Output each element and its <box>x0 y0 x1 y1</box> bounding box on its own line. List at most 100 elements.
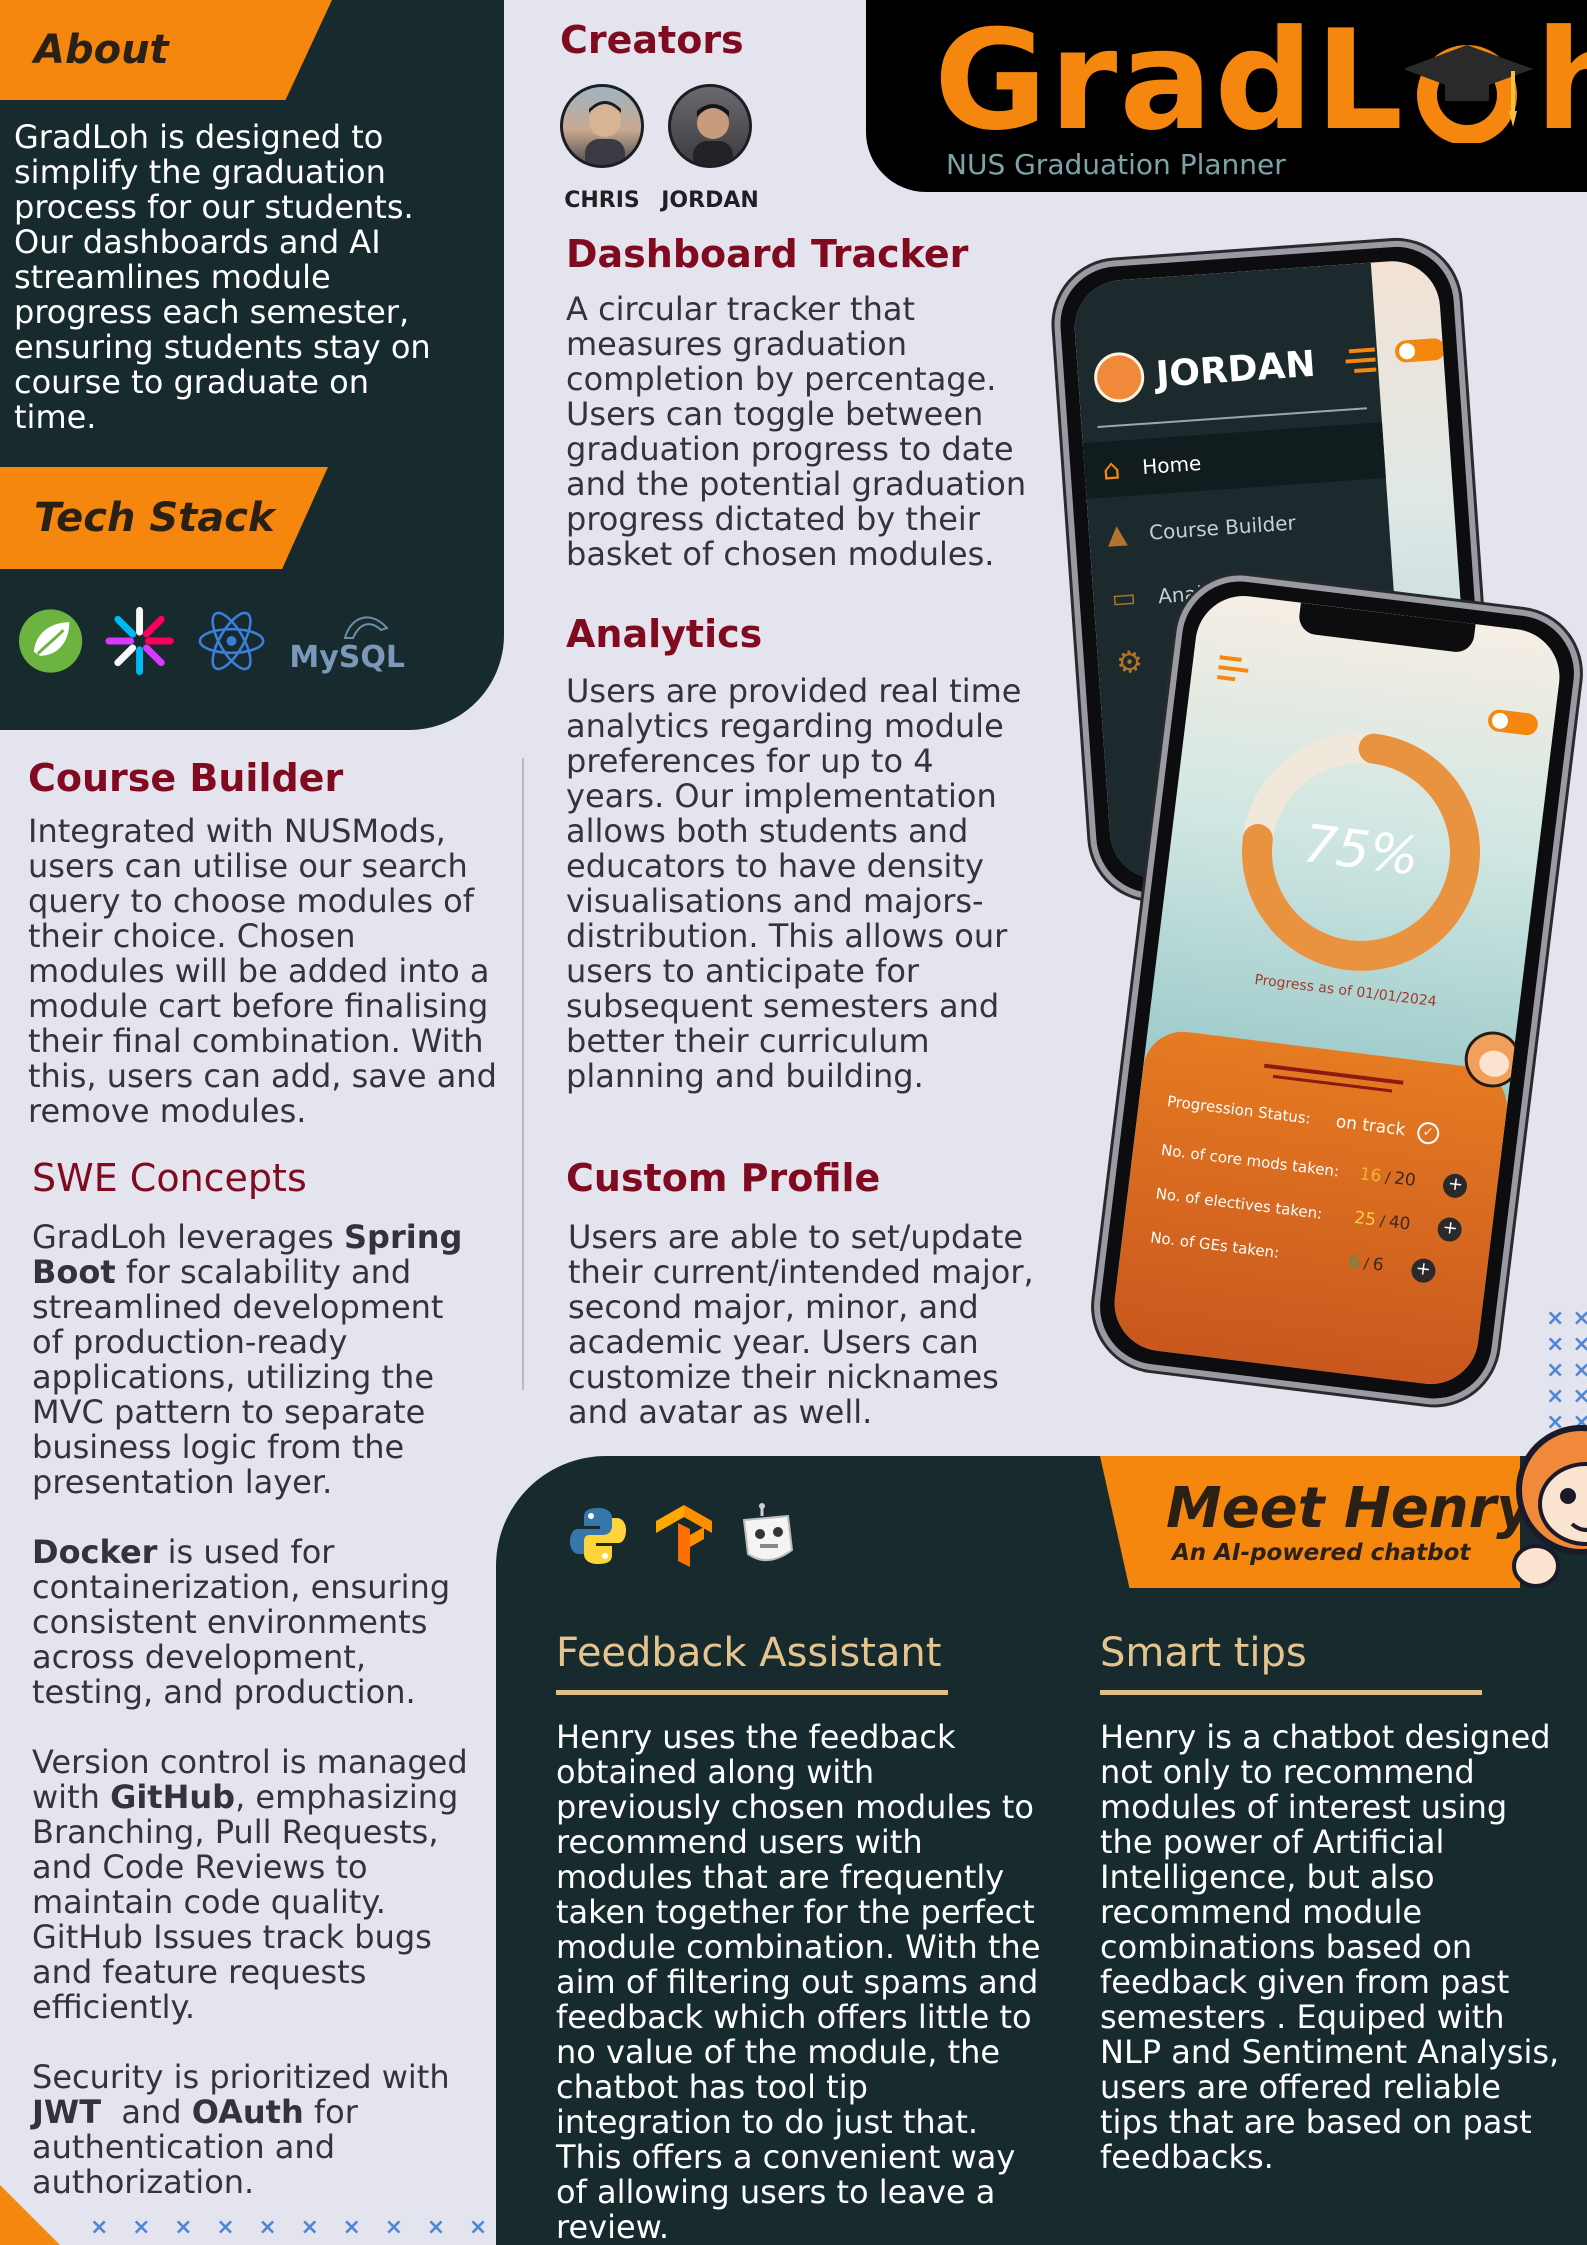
stat-slash: / <box>1378 1212 1386 1231</box>
react-icon <box>198 611 265 671</box>
creator-name-chris: CHRIS <box>564 188 640 213</box>
creator-jordan <box>668 84 752 168</box>
add-icon[interactable]: + <box>1441 1172 1469 1200</box>
swe-text: and <box>101 2093 192 2131</box>
stat-taken: 6 <box>1347 1251 1361 1273</box>
progress-percent: 75% <box>1300 814 1422 888</box>
henry-title: Meet Henry <box>1166 1476 1533 1541</box>
swe-bold: JWT <box>32 2093 102 2131</box>
menu-label: Course Builder <box>1148 510 1297 545</box>
hamburger-icon[interactable] <box>1216 655 1250 682</box>
add-icon[interactable]: + <box>1409 1257 1437 1284</box>
stat-slash: / <box>1384 1168 1392 1187</box>
about-text: GradLoh is designed to simplify the grad… <box>14 118 431 436</box>
menu-divider <box>1097 407 1368 429</box>
status-label: Progression Status: <box>1166 1092 1312 1128</box>
robot-icon <box>742 1503 794 1561</box>
user-avatar <box>1092 350 1146 405</box>
mysql-label: MySQL <box>289 640 406 675</box>
dashboard-tracker-text: A circular tracker that measures graduat… <box>566 290 1027 573</box>
swe-paragraph-docker: Docker is used for containerization, ens… <box>32 1535 472 1710</box>
stat-total: 20 <box>1392 1168 1417 1191</box>
swe-bold: GitHub <box>110 1778 236 1816</box>
python-icon <box>570 1508 626 1564</box>
phone-front-screen: 75% Progress as of 01/01/2024 Progressio… <box>1109 590 1565 1390</box>
menu-label: Home <box>1141 450 1203 479</box>
hamburger-icon[interactable] <box>1344 347 1376 374</box>
course-builder-text: Integrated with NUSMods, users can utili… <box>28 812 497 1130</box>
swe-paragraph-github: Version control is managed with GitHub, … <box>32 1745 472 2025</box>
jwt-icon <box>105 606 174 676</box>
progress-ring: 75% <box>1242 732 1481 971</box>
check-circle-icon: ✓ <box>1415 1120 1441 1146</box>
add-icon[interactable]: + <box>1436 1216 1464 1243</box>
creator-chris <box>560 84 644 168</box>
stat-label: No. of electives taken: <box>1154 1184 1324 1223</box>
stat-taken: 25 <box>1353 1207 1378 1231</box>
dashboard-tracker-heading: Dashboard Tracker <box>566 232 969 276</box>
gear-icon: ⚙ <box>1114 643 1145 681</box>
notch <box>1297 602 1476 654</box>
status-value: on track <box>1334 1111 1407 1141</box>
feedback-heading-underline <box>556 1690 948 1695</box>
swe-concepts-body: GradLoh leverages Spring Boot for scalab… <box>32 1220 472 2200</box>
swe-text: Security is prioritized with <box>32 2058 450 2096</box>
brand-banner: GradL h NUS Graduation Planner <box>866 0 1587 192</box>
menu-item-home[interactable]: ⌂ Home <box>1082 422 1386 499</box>
swe-concepts-heading: SWE Concepts <box>32 1156 307 1200</box>
henry-subtitle: An AI-powered chatbot <box>1172 1540 1471 1566</box>
stat-label: No. of core mods taken: <box>1160 1140 1341 1181</box>
stat-total: 6 <box>1371 1254 1385 1276</box>
graduation-cap-o-icon <box>1403 21 1535 145</box>
analytics-heading: Analytics <box>566 612 763 656</box>
brand-logo: GradL h <box>934 6 1587 156</box>
feedback-assistant-text: Henry uses the feedback obtained along w… <box>556 1718 1041 2245</box>
about-heading: About <box>0 0 332 100</box>
spring-icon <box>18 609 83 673</box>
henry-tech-icons <box>566 1502 796 1570</box>
swe-paragraph-spring: GradLoh leverages Spring Boot for scalab… <box>32 1220 472 1500</box>
course-builder-heading: Course Builder <box>28 756 344 800</box>
stat-taken: 16 <box>1358 1164 1383 1187</box>
creators-heading: Creators <box>560 18 744 62</box>
custom-profile-heading: Custom Profile <box>566 1156 881 1200</box>
toggle-switch[interactable] <box>1486 708 1540 737</box>
smart-tips-underline <box>1100 1690 1482 1695</box>
menu-item-course-builder[interactable]: ▲ Course Builder <box>1087 488 1390 565</box>
creator-name-jordan: JORDAN <box>661 188 759 213</box>
stat-slash: / <box>1362 1254 1370 1273</box>
swe-bold: Docker <box>32 1533 158 1571</box>
avatar <box>560 84 644 168</box>
swe-text: for scalability and streamlined developm… <box>32 1253 444 1501</box>
henry-mascot-icon <box>1506 1420 1587 1590</box>
menu-header: JORDAN <box>1092 335 1377 405</box>
swe-text: GradLoh leverages <box>32 1218 344 1256</box>
book-icon: ▭ <box>1110 582 1138 615</box>
stat-total: 40 <box>1387 1212 1412 1235</box>
brand-name-part1: GradL <box>934 0 1406 161</box>
smart-tips-heading: Smart tips <box>1100 1630 1307 1676</box>
feedback-assistant-heading: Feedback Assistant <box>556 1630 942 1676</box>
home-icon: ⌂ <box>1101 452 1122 487</box>
decorative-dots: ×× ×× ×× ×× ×× <box>1546 1306 1587 1435</box>
swe-bold: OAuth <box>191 2093 304 2131</box>
stats-card: Progression Status: on track ✓ No. of co… <box>1109 1027 1512 1390</box>
status-row: Progression Status: on track ✓ <box>1166 1090 1486 1151</box>
graduation-cap-icon: ▲ <box>1106 519 1129 551</box>
custom-profile-text: Users are able to set/update their curre… <box>568 1218 1034 1431</box>
brand-subtitle: NUS Graduation Planner <box>946 148 1286 181</box>
swe-text: , emphasizing Branching, Pull Requests, … <box>32 1778 459 2026</box>
smart-tips-text: Henry is a chatbot designed not only to … <box>1100 1718 1560 2176</box>
column-divider <box>522 758 524 1390</box>
swe-paragraph-security: Security is prioritized with JWT and OAu… <box>32 2060 472 2200</box>
tech-stack-icons: MySQL <box>18 606 405 676</box>
stat-label: No. of GEs taken: <box>1149 1228 1281 1262</box>
toggle-switch[interactable] <box>1394 337 1446 364</box>
analytics-text: Users are provided real time analytics r… <box>566 672 1022 1095</box>
menu-username: JORDAN <box>1154 343 1317 396</box>
tensorflow-icon <box>656 1505 712 1567</box>
avatar <box>668 84 752 168</box>
brand-name-part2: h <box>1535 0 1587 161</box>
mysql-icon: MySQL <box>289 608 405 675</box>
tech-stack-heading: Tech Stack <box>0 467 328 569</box>
